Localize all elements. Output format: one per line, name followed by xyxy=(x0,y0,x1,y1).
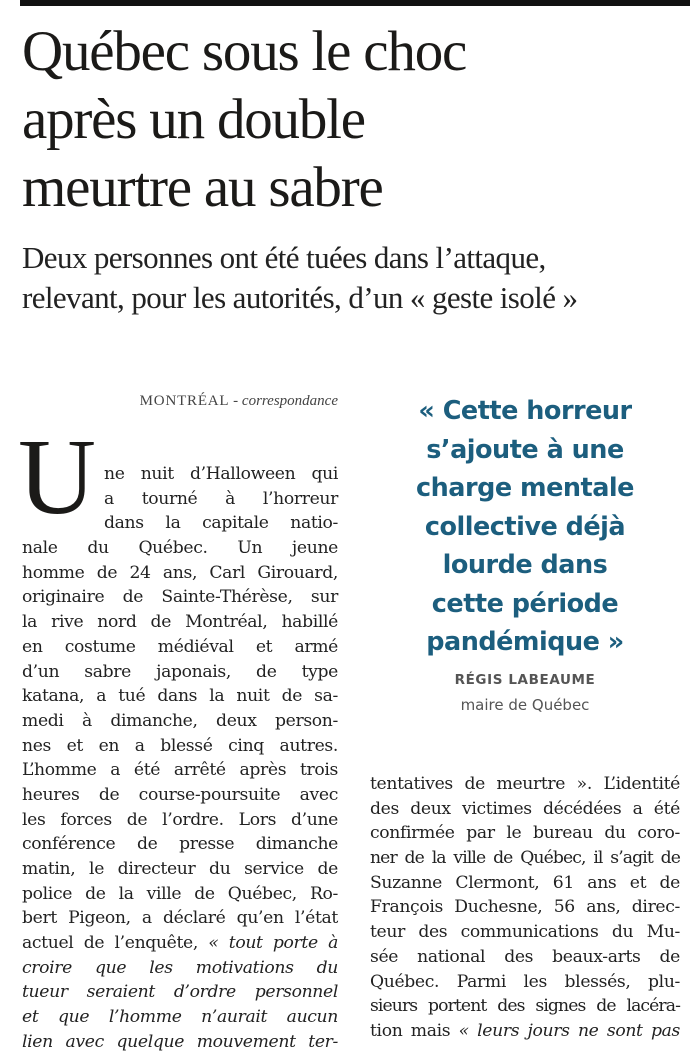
text-line: homme de 24 ans, Carl Girouard, xyxy=(22,562,338,583)
subheadline-line: Deux personnes ont été tuées dans l’atta… xyxy=(22,240,546,275)
text-line: en costume médiéval et armé xyxy=(22,636,338,657)
text-line: croire que les motivations du xyxy=(22,956,338,981)
text-line: police de la ville de Québec, Ro- xyxy=(22,883,338,904)
text-line: sieurs portent des signes de lacéra- xyxy=(370,996,681,1017)
pull-quote-line: lourde dans xyxy=(442,550,608,580)
text-line: tentatives de meurtre ». L’identité xyxy=(370,774,680,794)
text-line: tion mais « leurs jours ne sont pas xyxy=(370,1019,680,1044)
text-line: matin, le directeur du service de xyxy=(22,859,338,879)
text-line: sée national des beaux-arts de xyxy=(370,946,680,967)
text-line: bert Pigeon, a déclaré qu’en l’état xyxy=(22,908,338,929)
pull-quote-line: pandémique » xyxy=(426,627,624,657)
text-line: confirmée par le bureau du coro- xyxy=(370,823,680,844)
pull-quote-line: charge mentale xyxy=(416,473,634,503)
text-line: actuel de l’enquête, « tout porte à xyxy=(22,931,338,956)
article-column-right: tentatives de meurtre ». L’identité des … xyxy=(370,772,681,1044)
text-line: et que l’homme n’aurait aucun xyxy=(22,1005,338,1030)
text-line: la rive nord de Montréal, habillé xyxy=(22,612,338,633)
text-line: François Duchesne, 56 ans, direc- xyxy=(370,897,680,918)
headline-line: après un double xyxy=(22,88,366,151)
headline-line: meurtre au sabre xyxy=(22,156,384,219)
text-line: les forces de l’ordre. Lors d’une xyxy=(22,809,338,830)
text-line: medi à dimanche, deux person- xyxy=(22,710,338,731)
text-line: des deux victimes décédées a été xyxy=(370,798,680,819)
text-line: nale du Québec. Un jeune xyxy=(22,538,338,559)
quote-segment: « leurs jours ne sont pas xyxy=(458,1020,681,1041)
text-line: Québec. Parmi les blessés, plu- xyxy=(370,971,680,992)
text-line: tueur seraient d’ordre personnel xyxy=(22,980,338,1005)
byline-place: MONTRÉAL xyxy=(139,393,230,409)
pull-quote-line: cette période xyxy=(431,588,619,619)
quote-segment: lien avec quelque mouvement ter- xyxy=(22,1031,338,1052)
pull-quote-line: s’ajoute à une xyxy=(426,434,624,465)
text-line: heures de course-poursuite avec xyxy=(22,784,338,805)
byline-type: correspondance xyxy=(241,393,338,409)
text-line: lien avec quelque mouvement ter- xyxy=(22,1030,338,1055)
quote-segment: tueur seraient d’ordre personnel xyxy=(22,982,338,1003)
text-line: Suzanne Clermont, 61 ans et de xyxy=(370,872,680,893)
pull-quote: « Cette horreur s’ajoute à une charge me… xyxy=(372,392,678,662)
quote-segment: « tout porte à xyxy=(208,933,338,954)
text-line: dans la capitale natio- xyxy=(104,513,338,534)
headline: Québec sous le choc après un double meur… xyxy=(22,18,692,222)
top-rule xyxy=(20,0,690,6)
text-segment: actuel de l’enquête, xyxy=(22,933,198,954)
text-line: teur des communications du Mu- xyxy=(370,922,680,943)
text-line: ne nuit d’Halloween qui xyxy=(104,464,338,484)
headline-line: Québec sous le choc xyxy=(22,20,467,83)
pull-quote-role: maire de Québec xyxy=(460,696,590,714)
subheadline: Deux personnes ont été tuées dans l’atta… xyxy=(22,238,692,318)
pull-quote-author: RÉGIS LABEAUME xyxy=(454,672,596,688)
byline: MONTRÉAL - correspondance xyxy=(22,393,338,410)
text-line: conférence de presse dimanche xyxy=(22,834,338,855)
text-line: L’homme a été arrêté après trois xyxy=(22,760,338,781)
text-line: a tourné à l’horreur xyxy=(104,488,338,509)
pull-quote-line: collective déjà xyxy=(424,511,626,542)
text-line: originaire de Sainte-Thérèse, sur xyxy=(22,587,338,608)
subheadline-line: relevant, pour les autorités, d’un « ges… xyxy=(22,280,578,315)
text-line: d’un sabre japonais, de type xyxy=(22,661,338,682)
text-line: katana, a tué dans la nuit de sa- xyxy=(22,686,338,707)
pull-quote-line: « Cette horreur xyxy=(418,396,632,426)
quote-segment: et que l’homme n’aurait aucun xyxy=(22,1007,338,1028)
text-line: nes et en a blessé cinq autres. xyxy=(22,735,338,756)
article-column-left: ne nuit d’Halloween qui a tourné à l’hor… xyxy=(22,462,338,1055)
text-line: ner de la ville de Québec, il s’agit de xyxy=(370,848,681,869)
quote-segment: croire que les motivations du xyxy=(22,957,338,978)
byline-separator: - xyxy=(229,393,242,409)
text-segment: tion mais xyxy=(370,1020,451,1041)
